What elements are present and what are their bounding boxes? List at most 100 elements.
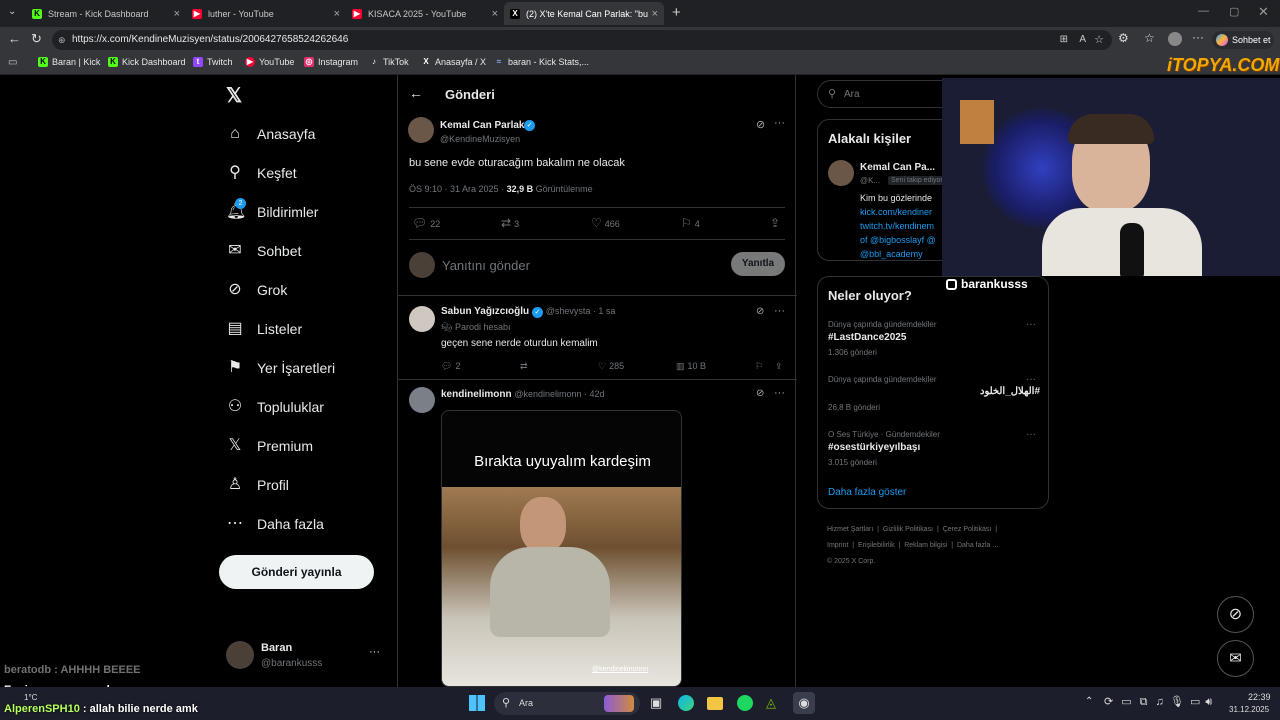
edge-icon[interactable] [678, 695, 694, 711]
browser-tab[interactable]: K Stream - Kick Dashboard × [26, 2, 186, 25]
close-tab-icon[interactable]: × [334, 8, 340, 20]
minimize-icon[interactable]: — [1198, 5, 1209, 17]
bookmark-item[interactable]: ♪ TikTok [369, 57, 409, 67]
author-handle[interactable]: @shevysta · 1 sa [546, 306, 616, 316]
reply-button[interactable]: Yanıtla [731, 252, 785, 276]
browser-tab-active[interactable]: X (2) X'te Kemal Can Parlak: "bu sene× [504, 2, 664, 25]
trend-item[interactable]: O Ses Türkiye · Gündemdekiler #osestürki… [818, 427, 1050, 477]
avatar[interactable] [828, 160, 854, 186]
related-bio-link[interactable]: twitch.tv/kendinem [860, 221, 934, 231]
bookmark-action[interactable]: ⚐ 4 [681, 216, 700, 230]
x-logo-icon[interactable]: 𝕏 [226, 83, 242, 108]
trend-more-icon[interactable]: ··· [1026, 429, 1036, 440]
maximize-icon[interactable]: ▢ [1229, 5, 1239, 18]
network-volume-icons[interactable]: ▭🔊︎ [1190, 695, 1217, 709]
author-name[interactable]: Sabun Yağızcıoğlu [441, 306, 529, 317]
task-view-icon[interactable]: ▣ [650, 695, 662, 711]
footer-link[interactable]: Hizmet Şartları [827, 526, 873, 533]
messages-floating-button[interactable]: ✉ [1217, 640, 1254, 677]
start-icon[interactable] [469, 695, 485, 711]
more-icon[interactable]: ··· [1192, 30, 1204, 44]
bookmark-item[interactable]: K Baran | Kick [38, 57, 100, 67]
clock-time[interactable]: 22:39 [1248, 692, 1271, 702]
weather-widget[interactable]: 1°C [24, 693, 37, 702]
tweet-time[interactable]: ÖS 9:10 · 31 Ara 2025 · [409, 184, 504, 194]
sidebar-item-bookmarks[interactable]: ⚑ Yer İşaretleri [226, 359, 335, 377]
sidebar-item-more[interactable]: ⋯ Daha fazla [226, 515, 324, 533]
related-bio-link[interactable]: kick.com/kendiner [860, 207, 932, 217]
nvidia-icon[interactable]: ◬ [766, 695, 776, 711]
sidebar-item-lists[interactable]: ▤ Listeler [226, 320, 302, 338]
repost-icon[interactable]: ⇄ [520, 361, 528, 372]
share-icon[interactable]: ⇪ [775, 361, 783, 372]
tweet-more-icon[interactable]: ··· [774, 305, 785, 317]
author-handle[interactable]: @kendinelimonn · 42d [514, 389, 604, 399]
footer-link[interactable]: Gizlilik Politikası [883, 526, 933, 533]
account-more-icon[interactable]: ··· [369, 646, 380, 658]
avatar[interactable] [408, 117, 434, 143]
bookmark-item[interactable]: ≈ baran - Kick Stats,... [494, 57, 589, 67]
spotify-icon[interactable] [737, 695, 753, 711]
star-icon[interactable]: ☆ [1094, 30, 1104, 50]
read-aloud-icon[interactable]: A [1079, 30, 1086, 50]
grok-icon[interactable]: ⊘ [756, 306, 764, 317]
grok-icon[interactable]: ⊘ [756, 388, 764, 399]
show-more-link[interactable]: Daha fazla göster [828, 487, 906, 498]
grok-floating-button[interactable]: ⊘ [1217, 596, 1254, 633]
sidebar-item-grok[interactable]: ⊘ Grok [226, 281, 287, 299]
bookmark-item[interactable]: ◎ Instagram [304, 57, 358, 67]
close-tab-icon[interactable]: × [652, 8, 658, 20]
bookmark-item[interactable]: t Twitch [193, 57, 233, 67]
sidebar-item-notifications[interactable]: 🔔︎ 2 Bildirimler [226, 198, 318, 221]
avatar[interactable] [409, 387, 435, 413]
video-player[interactable]: Bırakta uyuyalım kardeşim @kendinelimonn… [441, 410, 682, 687]
tab-list-chevron-icon[interactable]: ⌄ [8, 6, 16, 17]
sidebar-item-messages[interactable]: ✉ Sohbet [226, 242, 301, 260]
author-name[interactable]: kendinelimonn [441, 389, 512, 400]
reply-tweet[interactable]: Sabun Yağızcıoğlu ✓ @shevysta · 1 sa 🎭︎ … [398, 296, 797, 380]
back-arrow-icon[interactable]: ← [409, 85, 423, 101]
taskbar-search[interactable]: ⚲ Ara [494, 692, 640, 715]
avatar[interactable] [409, 306, 435, 332]
author-handle[interactable]: @KendineMuzisyen [440, 134, 520, 144]
tweet-more-icon[interactable]: ··· [774, 387, 785, 399]
footer-link[interactable]: Daha fazla ... [957, 542, 998, 549]
profile-avatar[interactable] [1168, 32, 1182, 46]
account-switcher[interactable]: Baran @barankusss ··· [226, 638, 386, 672]
close-tab-icon[interactable]: × [492, 8, 498, 20]
grok-icon[interactable]: ⊘ [756, 118, 765, 131]
sidebar-toggle-icon[interactable]: ▭ [8, 57, 17, 68]
sidebar-item-explore[interactable]: ⚲ Keşfet [226, 164, 297, 182]
author-name[interactable]: Kemal Can Parlak [440, 120, 525, 131]
views-action[interactable]: ▥ 10 B [676, 361, 706, 372]
mic-icon[interactable]: 🎙︎ [1170, 695, 1184, 708]
sidebar-item-profile[interactable]: ♙ Profil [226, 476, 289, 494]
new-tab-button[interactable]: + [672, 4, 681, 21]
file-explorer-icon[interactable] [707, 697, 723, 710]
tweet-more-icon[interactable]: ··· [774, 117, 785, 129]
share-icon[interactable]: ⇪ [770, 216, 780, 230]
footer-link[interactable]: Reklam bilgisi [904, 542, 947, 549]
sidebar-item-communities[interactable]: ⚇ Topluluklar [226, 398, 324, 416]
related-handle[interactable]: @K... [860, 176, 880, 185]
clock-date[interactable]: 31.12.2025 [1229, 705, 1269, 714]
reply-action[interactable]: 💬︎ 2 [441, 361, 460, 372]
bookmark-icon[interactable]: ⚐ [755, 361, 763, 372]
like-action[interactable]: ♡ 466 [591, 216, 620, 230]
url-field[interactable]: ⊕ https://x.com/KendineMuzisyen/status/2… [52, 30, 1112, 50]
bookmark-item[interactable]: K Kick Dashboard [108, 57, 186, 67]
related-name[interactable]: Kemal Can Pa... [860, 162, 935, 173]
tray-icons[interactable]: ⟳▭⧉♫ [1104, 695, 1172, 709]
sidebar-item-home[interactable]: ⌂ Anasayfa [226, 125, 315, 143]
copilot-button[interactable]: Sohbet et [1212, 31, 1274, 49]
browser-tab[interactable]: ▶ luther - YouTube × [186, 2, 346, 25]
back-icon[interactable]: ← [8, 31, 21, 46]
bookmark-item[interactable]: X Anasayfa / X [421, 57, 486, 67]
trend-more-icon[interactable]: ··· [1026, 374, 1036, 385]
favorites-icon[interactable]: ☆ [1144, 31, 1155, 45]
close-tab-icon[interactable]: × [174, 8, 180, 20]
reload-icon[interactable]: ↻ [31, 31, 42, 47]
reply-action[interactable]: 💬︎ 22 [412, 216, 440, 230]
extensions-icon[interactable]: ⚙ [1118, 31, 1129, 45]
chrome-icon[interactable]: ◉ [793, 692, 815, 714]
